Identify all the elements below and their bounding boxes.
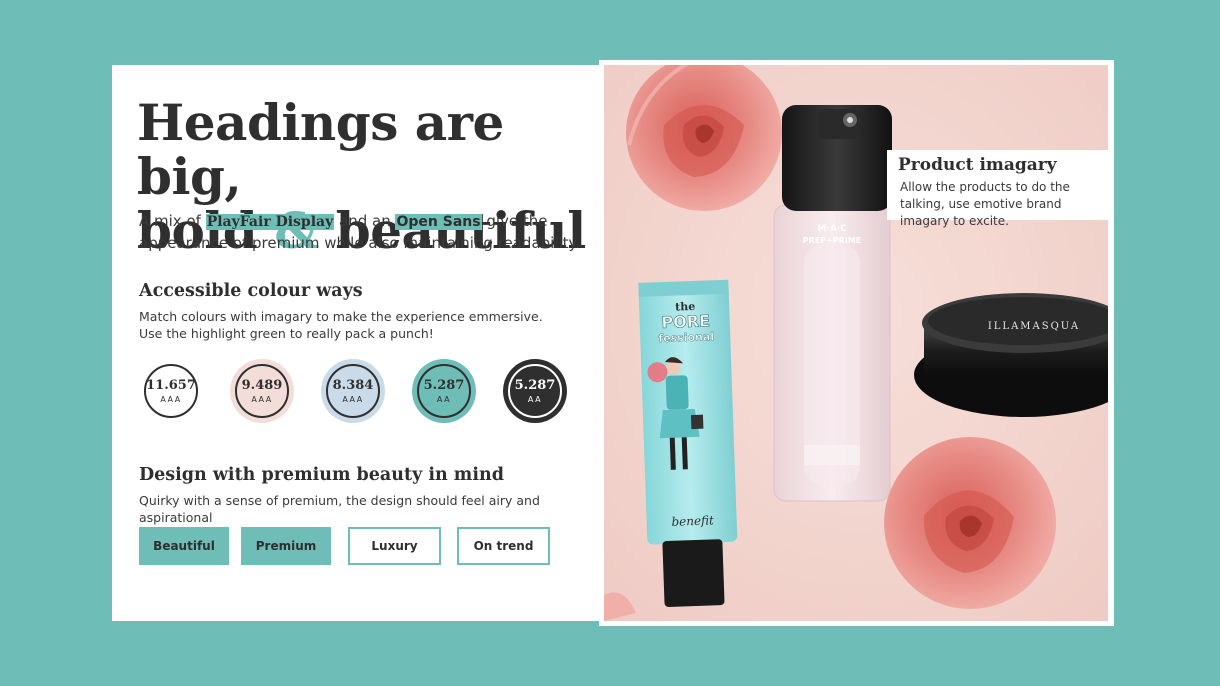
colour-swatch-pink: 9.489 AAA (230, 359, 294, 423)
design-section-text: Quirky with a sense of premium, the desi… (139, 493, 540, 525)
contrast-ratio: 5.287 (514, 378, 556, 393)
contrast-grade: AA (527, 395, 543, 404)
colour-swatch-blue: 8.384 AAA (321, 359, 385, 423)
tag-on-trend[interactable]: On trend (457, 527, 550, 565)
contrast-ratio: 9.489 (241, 378, 283, 393)
jar-brand: ILLAMASQUA (988, 321, 1080, 332)
intro-paragraph: A mix of PlayFair Display and an Open Sa… (139, 211, 589, 254)
design-section-title: Design with premium beauty in mind (139, 465, 504, 485)
colour-section-text: Match colours with imagary to make the e… (139, 308, 579, 342)
colour-swatch-charcoal: 5.287 AA (503, 359, 567, 423)
tag-beautiful[interactable]: Beautiful (139, 527, 229, 565)
rose-bottom (884, 437, 1056, 609)
contrast-grade: AAA (251, 395, 273, 404)
contrast-ratio: 11.657 (146, 378, 196, 393)
tag-luxury[interactable]: Luxury (348, 527, 441, 565)
contrast-grade: AAA (160, 395, 182, 404)
colour-swatch-white: 11.657 AAA (139, 359, 203, 423)
headline-line-1: Headings are big, (137, 93, 504, 206)
tag-premium[interactable]: Premium (241, 527, 331, 565)
contrast-ratio: 5.287 (423, 378, 465, 393)
product-imagery-title: Product imagary (898, 155, 1057, 175)
tube-text-pore: PORE (661, 311, 710, 332)
contrast-grade: AAA (342, 395, 364, 404)
bottle-name: PREP+PRIME (803, 236, 861, 245)
highlight-sans-font: Open Sans (395, 214, 482, 230)
intro-middle: and an (339, 212, 391, 230)
product-photo: M·A·C PREP+PRIME ILLAMASQUA the PORE fes… (604, 65, 1108, 621)
colour-section-title: Accessible colour ways (139, 281, 363, 301)
tube-text-fessional: fessional (658, 330, 714, 345)
colour-section-line-1: Match colours with imagary to make the e… (139, 309, 543, 324)
highlight-serif-font: PlayFair Display (205, 214, 335, 230)
contrast-ratio: 8.384 (332, 378, 374, 393)
intro-prefix: A mix of (139, 212, 201, 230)
colour-section-line-2: Use the highlight green to really pack a… (139, 326, 434, 341)
bottle-brand: M·A·C (817, 224, 847, 234)
product-imagery-text: Allow the products to do the talking, us… (900, 180, 1070, 228)
colour-swatch-teal: 5.287 AA (412, 359, 476, 423)
illamasqua-jar: ILLAMASQUA (914, 293, 1108, 417)
tube-brand: benefit (671, 513, 714, 528)
contrast-grade: AA (436, 395, 452, 404)
mac-bottle: M·A·C PREP+PRIME (773, 105, 892, 502)
